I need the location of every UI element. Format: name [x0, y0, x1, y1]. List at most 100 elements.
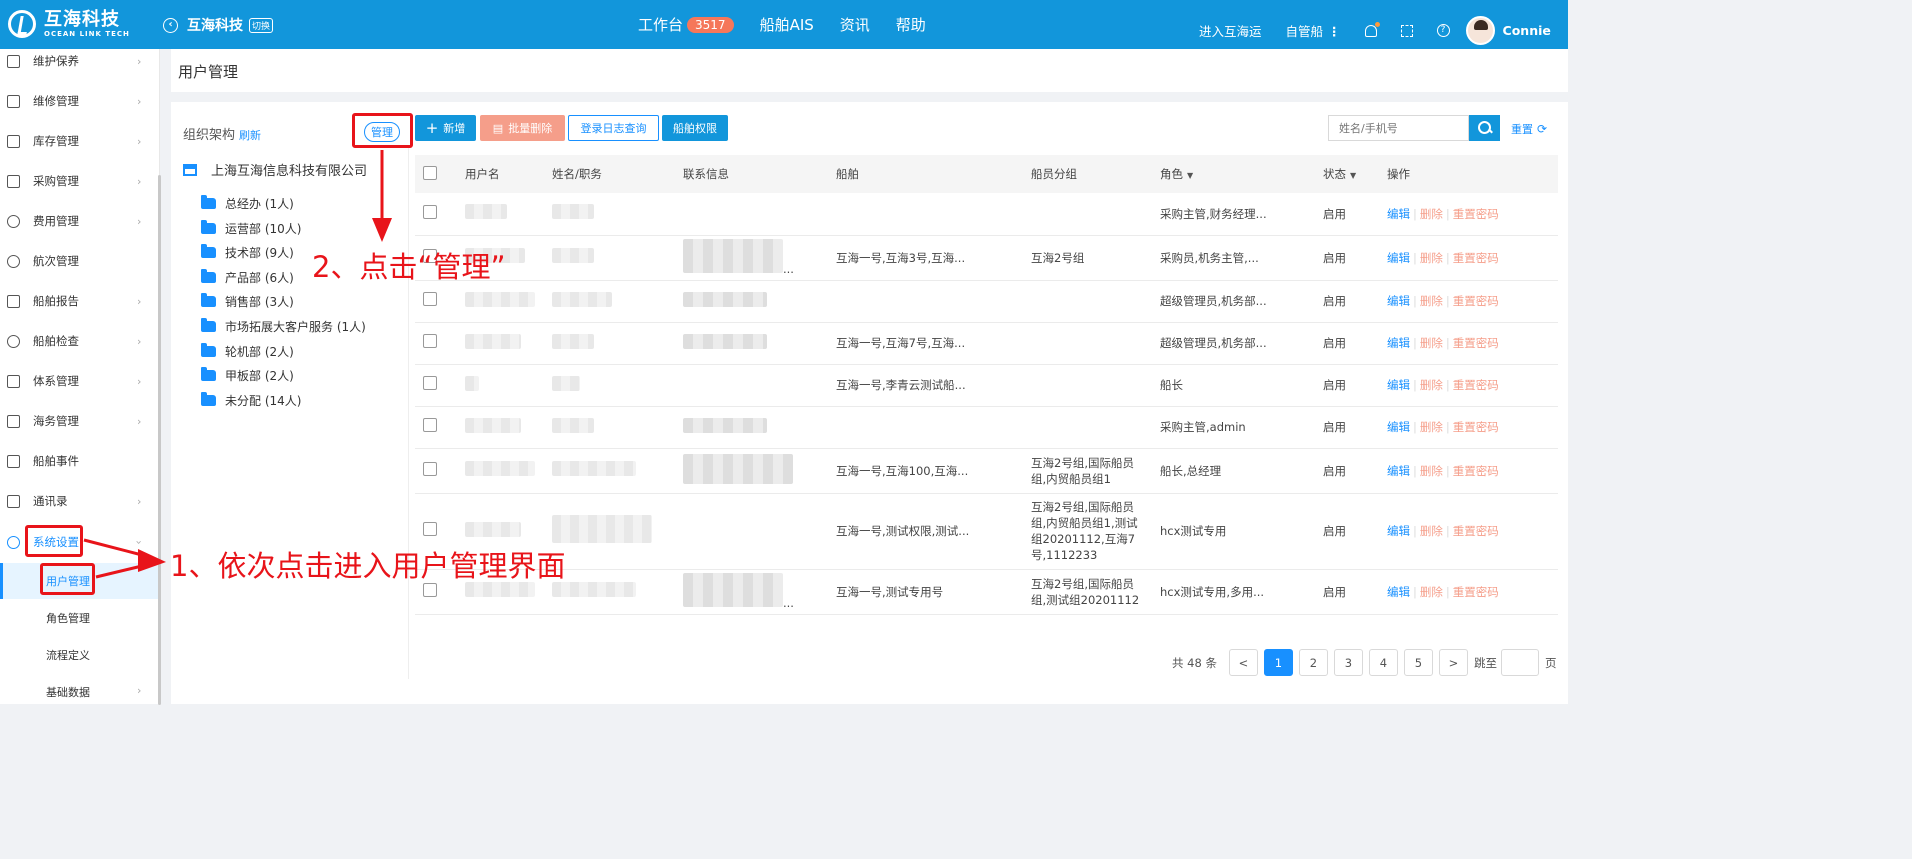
delete-link[interactable]: 删除: [1420, 378, 1443, 392]
row-checkbox[interactable]: [423, 292, 437, 307]
enter-ocean-link-link[interactable]: 进入互海运: [1199, 21, 1262, 40]
sidebar-item-expense[interactable]: 费用管理 ›: [0, 209, 160, 233]
jump-page-input[interactable]: [1500, 649, 1539, 676]
reset-password-link[interactable]: 重置密码: [1453, 420, 1499, 434]
sidebar-item-contacts[interactable]: 通讯录 ›: [0, 489, 160, 513]
delete-link[interactable]: 删除: [1420, 207, 1443, 221]
avatar[interactable]: [1465, 16, 1495, 45]
switch-tag[interactable]: 切换: [249, 17, 274, 33]
search-input[interactable]: [1328, 115, 1469, 141]
reset-button[interactable]: 重置 ⟳: [1511, 121, 1547, 137]
reset-password-link[interactable]: 重置密码: [1453, 585, 1499, 599]
nav-ship-ais[interactable]: 船舶AIS: [760, 14, 814, 35]
edit-link[interactable]: 编辑: [1387, 378, 1410, 392]
delete-link[interactable]: 删除: [1420, 420, 1443, 434]
select-all-checkbox[interactable]: [423, 165, 437, 180]
cell-ops: 编辑 | 删除 | 重置密码: [1381, 406, 1558, 449]
row-checkbox[interactable]: [423, 204, 437, 219]
org-tree-icon: [183, 163, 197, 176]
table-row: 采购主管,财务经理... 启用 编辑 | 删除 | 重置密码: [415, 193, 1558, 236]
reset-password-link[interactable]: 重置密码: [1453, 207, 1499, 221]
org-root-node[interactable]: 上海互海信息科技有限公司: [183, 160, 367, 179]
sidebar-scrollbar[interactable]: [158, 175, 161, 705]
org-refresh-link[interactable]: 刷新: [239, 129, 261, 142]
reset-password-link[interactable]: 重置密码: [1453, 378, 1499, 392]
company-switch[interactable]: ‹ 互海科技 切换: [163, 15, 274, 35]
dept-node[interactable]: 市场拓展大客户服务 (1人): [201, 318, 366, 335]
sidebar-sub-role-mgmt[interactable]: 角色管理: [0, 600, 158, 636]
batch-delete-button[interactable]: ▤ 批量删除: [480, 115, 565, 141]
reset-password-link[interactable]: 重置密码: [1453, 524, 1499, 538]
reset-password-link[interactable]: 重置密码: [1453, 336, 1499, 350]
search-button[interactable]: [1469, 115, 1500, 141]
edit-link[interactable]: 编辑: [1387, 294, 1410, 308]
ship-permission-button[interactable]: 船舶权限: [662, 115, 728, 141]
next-page-button[interactable]: >: [1438, 649, 1468, 676]
dept-node[interactable]: 未分配 (14人): [201, 392, 301, 409]
reset-password-link[interactable]: 重置密码: [1453, 464, 1499, 478]
dept-node[interactable]: 技术部 (9人): [201, 244, 294, 261]
col-role[interactable]: 角色 ▼: [1154, 155, 1317, 193]
nav-help[interactable]: 帮助: [896, 14, 926, 35]
edit-link[interactable]: 编辑: [1387, 251, 1410, 265]
delete-link[interactable]: 删除: [1420, 524, 1443, 538]
edit-link[interactable]: 编辑: [1387, 585, 1410, 599]
page-button[interactable]: 1: [1263, 649, 1293, 676]
help-icon[interactable]: ?: [1436, 24, 1450, 37]
edit-link[interactable]: 编辑: [1387, 420, 1410, 434]
delete-link[interactable]: 删除: [1420, 251, 1443, 265]
delete-link[interactable]: 删除: [1420, 336, 1443, 350]
edit-link[interactable]: 编辑: [1387, 524, 1410, 538]
sidebar-item-inventory[interactable]: 库存管理 ›: [0, 129, 160, 153]
brand-logo[interactable]: 互海科技 OCEAN LINK TECH: [8, 10, 130, 38]
page-button[interactable]: 4: [1368, 649, 1398, 676]
sidebar-sub-workflow[interactable]: 流程定义: [0, 637, 158, 673]
own-ship-dropdown[interactable]: 自管船 ⋮: [1286, 21, 1341, 40]
bell-icon[interactable]: [1364, 21, 1380, 37]
row-checkbox[interactable]: [423, 376, 437, 391]
row-checkbox[interactable]: [423, 461, 437, 476]
page-button[interactable]: 3: [1333, 649, 1363, 676]
database-icon: [7, 214, 20, 228]
dept-node[interactable]: 轮机部 (2人): [201, 343, 294, 360]
user-name[interactable]: Connie: [1503, 23, 1551, 38]
sidebar-item-purchase[interactable]: 采购管理 ›: [0, 169, 160, 193]
reset-password-link[interactable]: 重置密码: [1453, 251, 1499, 265]
reset-password-link[interactable]: 重置密码: [1453, 294, 1499, 308]
edit-link[interactable]: 编辑: [1387, 464, 1410, 478]
annotation-step1-text: 1、依次点击进入用户管理界面: [170, 549, 566, 583]
sidebar-item-marine[interactable]: 海务管理 ›: [0, 409, 160, 433]
fullscreen-icon[interactable]: [1400, 24, 1413, 37]
col-status[interactable]: 状态 ▼: [1317, 155, 1381, 193]
row-checkbox[interactable]: [423, 334, 437, 349]
add-button[interactable]: + 新增: [415, 115, 476, 141]
sidebar-item-ship-event[interactable]: 船舶事件: [0, 449, 160, 473]
page-button[interactable]: 5: [1403, 649, 1433, 676]
sidebar-item-ship-report[interactable]: 船舶报告 ›: [0, 289, 160, 313]
edit-link[interactable]: 编辑: [1387, 336, 1410, 350]
row-checkbox[interactable]: [423, 418, 437, 433]
edit-link[interactable]: 编辑: [1387, 207, 1410, 221]
dept-node[interactable]: 甲板部 (2人): [201, 367, 294, 384]
dept-node[interactable]: 运营部 (10人): [201, 220, 301, 237]
sidebar-item-voyage[interactable]: 航次管理: [0, 249, 160, 273]
dept-node[interactable]: 产品部 (6人): [201, 269, 294, 286]
sidebar-item-ship-inspection[interactable]: 船舶检查 ›: [0, 329, 160, 353]
delete-link[interactable]: 删除: [1420, 294, 1443, 308]
delete-link[interactable]: 删除: [1420, 464, 1443, 478]
sidebar-item-system-mgmt[interactable]: 体系管理 ›: [0, 369, 160, 393]
sidebar-item-maintenance[interactable]: 维护保养 ›: [0, 49, 160, 73]
row-checkbox[interactable]: [423, 522, 437, 537]
dept-node[interactable]: 总经办 (1人): [201, 195, 294, 212]
login-log-button[interactable]: 登录日志查询: [568, 115, 659, 141]
sidebar-sub-basic-data[interactable]: 基础数据 ›: [0, 674, 158, 710]
wrench-icon: [7, 94, 20, 108]
page-button[interactable]: 2: [1298, 649, 1328, 676]
dept-node[interactable]: 销售部 (3人): [201, 293, 294, 310]
prev-page-button[interactable]: <: [1228, 649, 1258, 676]
cell-role: 船长: [1154, 364, 1317, 407]
delete-link[interactable]: 删除: [1420, 585, 1443, 599]
nav-workbench[interactable]: 工作台 3517: [638, 14, 734, 35]
sidebar-item-repair[interactable]: 维修管理 ›: [0, 89, 160, 113]
nav-news[interactable]: 资讯: [840, 14, 870, 35]
